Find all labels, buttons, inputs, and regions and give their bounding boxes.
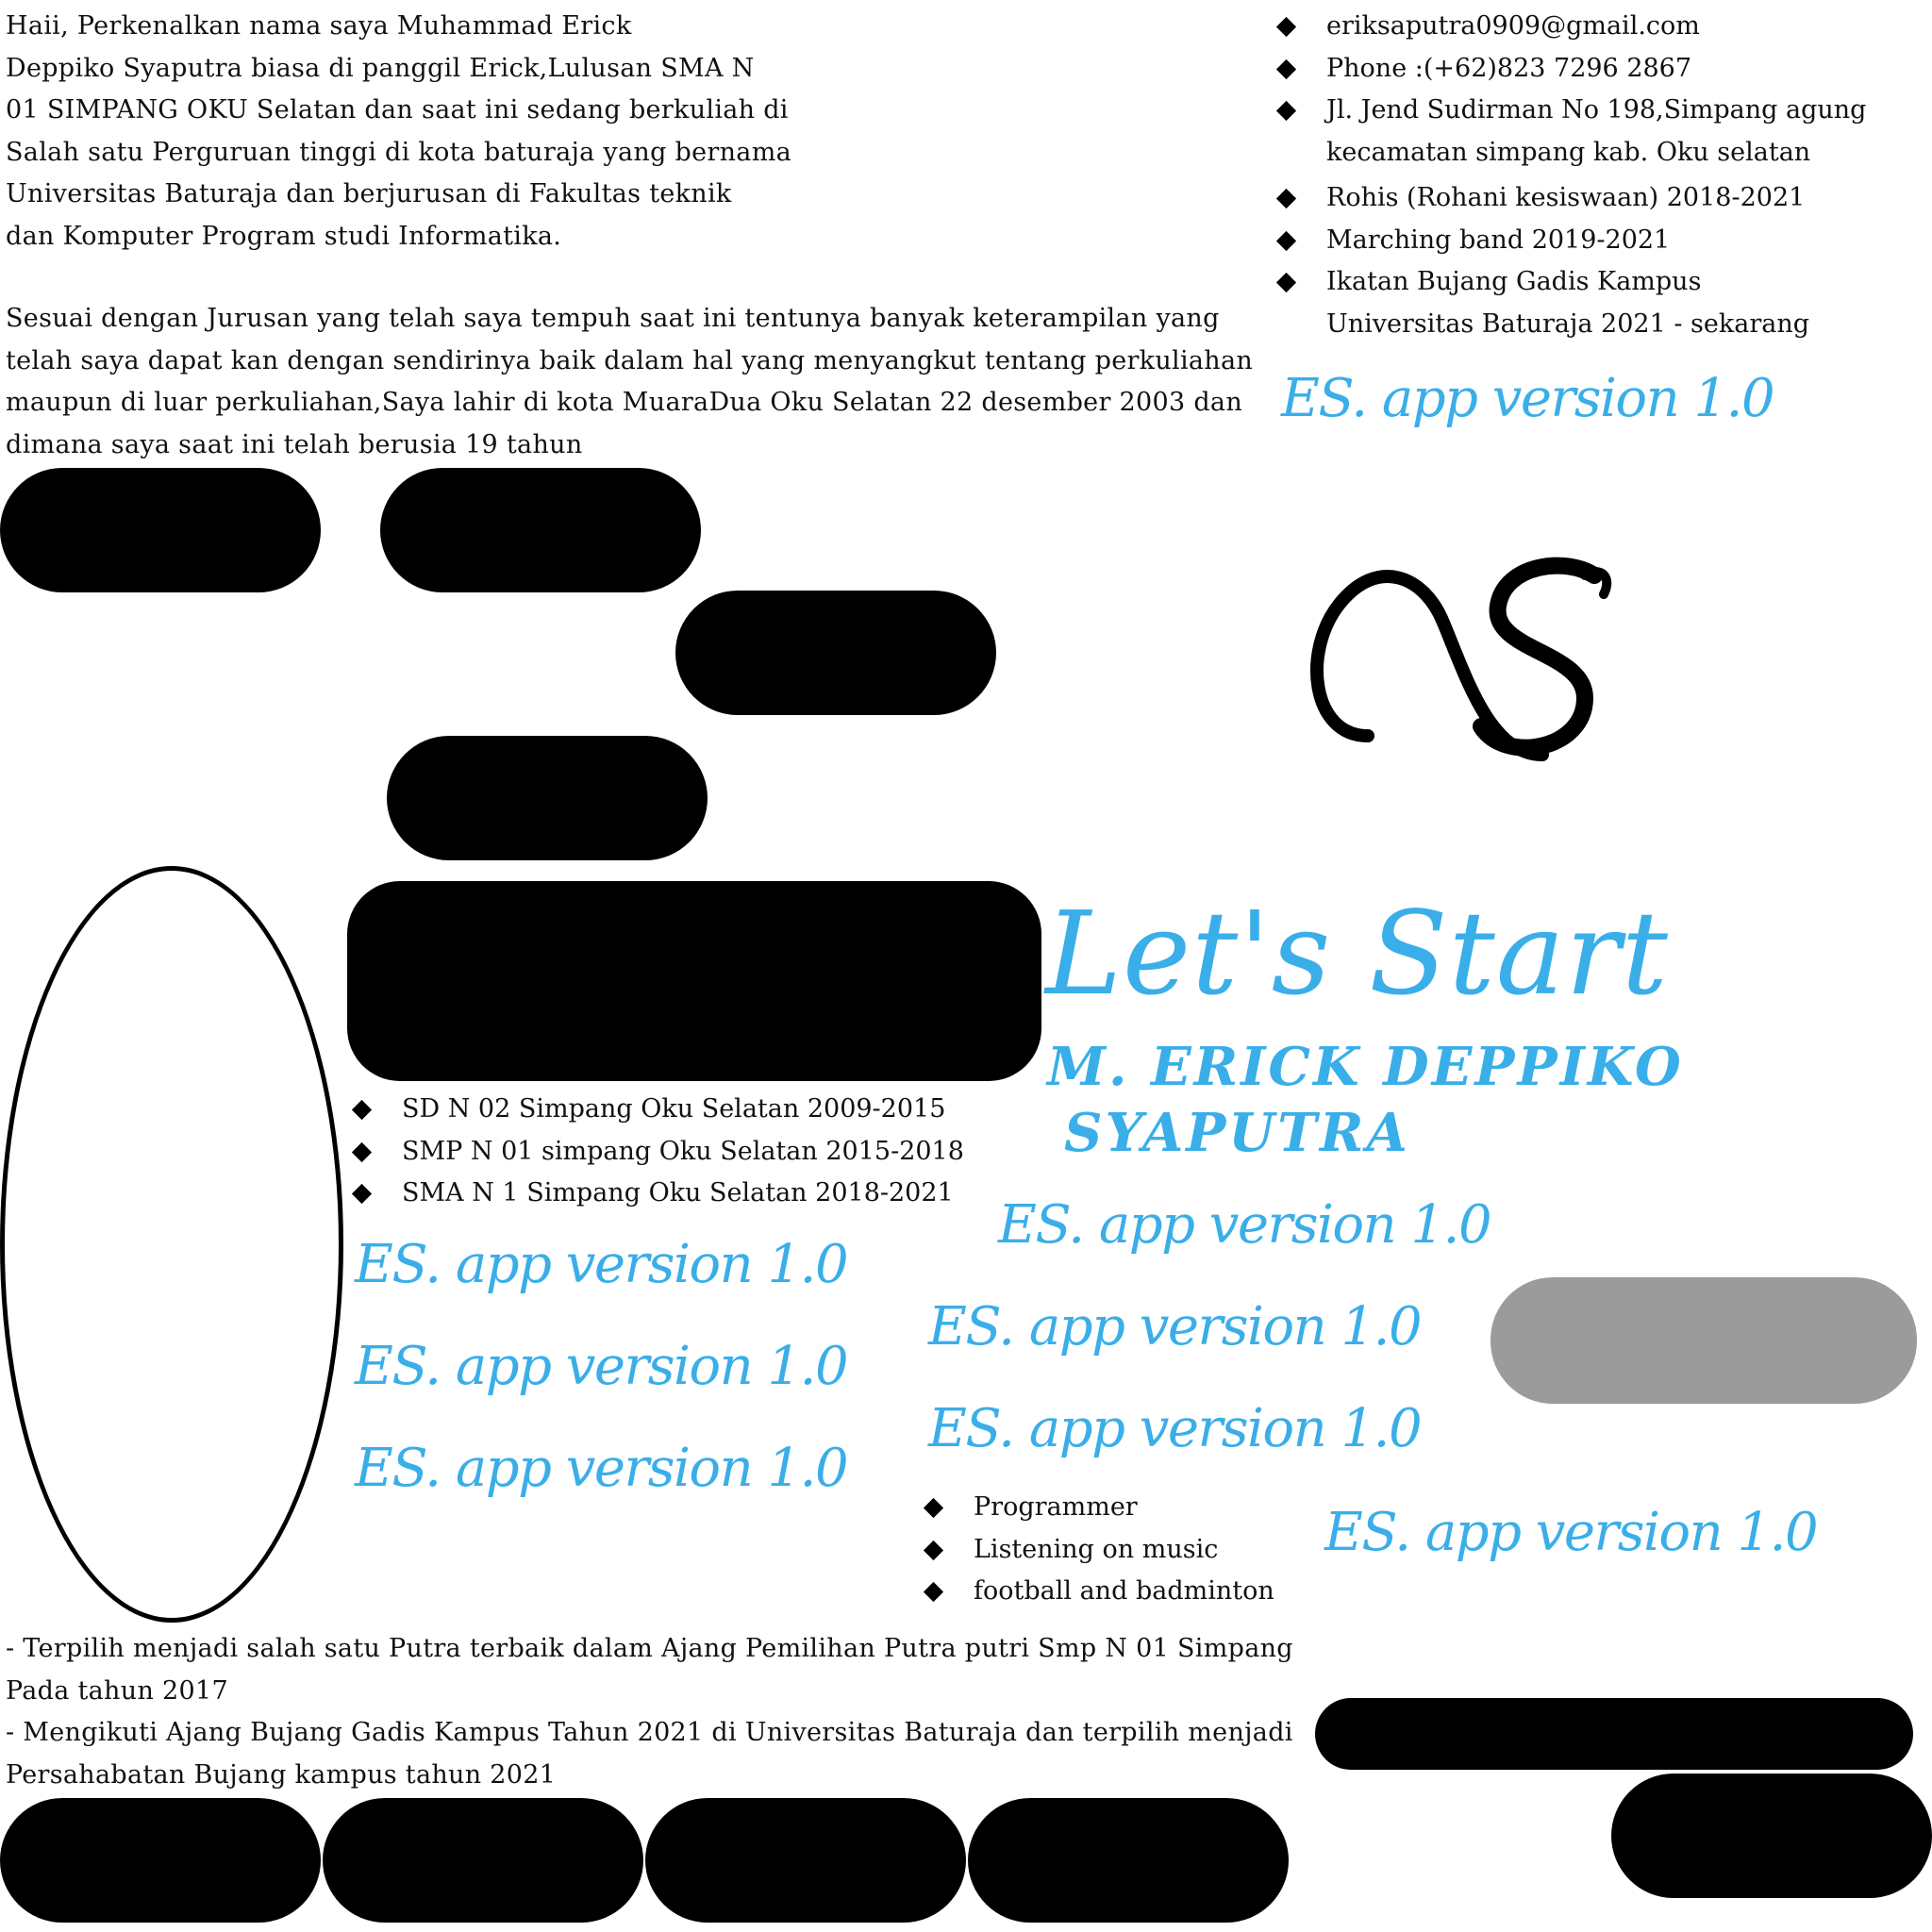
organization-item: Ikatan Bujang Gadis Kampus Universitas B… [1275, 261, 1926, 345]
diamond-bullet-icon [1275, 272, 1297, 293]
redaction-block [1611, 1774, 1932, 1898]
brand-watermark: ES. app version 1.0 [1281, 368, 1775, 429]
redaction-block [0, 468, 321, 592]
diamond-bullet-icon [1275, 188, 1297, 209]
diamond-bullet-icon [1275, 230, 1297, 251]
diamond-bullet-icon [351, 1183, 373, 1205]
redaction-block [387, 736, 708, 860]
intro-paragraph-1: Haii, Perkenalkan nama saya Muhammad Eri… [6, 11, 791, 251]
redaction-block [347, 881, 1041, 1081]
brand-watermark: ES. app version 1.0 [928, 1296, 1423, 1357]
diamond-bullet-icon [923, 1581, 944, 1603]
redaction-block [0, 1798, 321, 1923]
diamond-bullet-icon [1275, 58, 1297, 79]
hero-name-line1: M. ERICK DEPPIKO [1047, 1036, 1684, 1098]
diamond-bullet-icon [1275, 16, 1297, 38]
monogram-icon [1310, 557, 1612, 761]
education-item: SD N 02 Simpang Oku Selatan 2009-2015 [351, 1089, 1011, 1131]
achievements-text: - Terpilih menjadi salah satu Putra terb… [6, 1634, 1293, 1790]
brand-watermark: ES. app version 1.0 [928, 1398, 1423, 1459]
redaction-block [645, 1798, 966, 1923]
redaction-block [380, 468, 701, 592]
redaction-block-gray [1491, 1277, 1917, 1404]
hero-name-line2: SYAPUTRA [1064, 1102, 1410, 1164]
hero-title: Let's Start [1045, 887, 1669, 1021]
diamond-bullet-icon [351, 1099, 373, 1121]
organizations-list: Rohis (Rohani kesiswaan) 2018-2021 March… [1275, 177, 1926, 345]
brand-watermark: ES. app version 1.0 [355, 1234, 849, 1295]
contact-email: eriksaputra0909@gmail.com [1275, 6, 1926, 48]
organization-item: Marching band 2019-2021 [1275, 220, 1926, 262]
hobby-item: football and badminton [923, 1571, 1300, 1613]
education-list: SD N 02 Simpang Oku Selatan 2009-2015 SM… [351, 1089, 1011, 1215]
redaction-block [675, 591, 996, 715]
brand-watermark: ES. app version 1.0 [998, 1194, 1492, 1256]
brand-watermark: ES. app version 1.0 [1324, 1502, 1819, 1563]
contact-address: Jl. Jend Sudirman No 198,Simpang agung k… [1275, 90, 1926, 174]
brand-watermark: ES. app version 1.0 [355, 1438, 849, 1499]
profile-photo-frame [0, 866, 343, 1623]
brand-watermark: ES. app version 1.0 [355, 1336, 849, 1397]
redaction-block [323, 1798, 643, 1923]
hobby-item: Listening on music [923, 1529, 1300, 1572]
redaction-block [1315, 1698, 1913, 1770]
education-item: SMA N 1 Simpang Oku Selatan 2018-2021 [351, 1173, 1011, 1215]
monogram-logo [1302, 538, 1670, 783]
contact-phone: Phone :(+62)823 7296 2867 [1275, 48, 1926, 91]
redaction-block [968, 1798, 1289, 1923]
contact-list: eriksaputra0909@gmail.com Phone :(+62)82… [1275, 6, 1926, 174]
education-item: SMP N 01 simpang Oku Selatan 2015-2018 [351, 1131, 1011, 1174]
diamond-bullet-icon [1275, 100, 1297, 122]
intro-paragraph-2: Sesuai dengan Jurusan yang telah saya te… [6, 304, 1254, 459]
hobbies-list: Programmer Listening on music football a… [923, 1487, 1300, 1613]
diamond-bullet-icon [351, 1141, 373, 1162]
organization-item: Rohis (Rohani kesiswaan) 2018-2021 [1275, 177, 1926, 220]
hobby-item: Programmer [923, 1487, 1300, 1529]
diamond-bullet-icon [923, 1497, 944, 1519]
diamond-bullet-icon [923, 1540, 944, 1560]
